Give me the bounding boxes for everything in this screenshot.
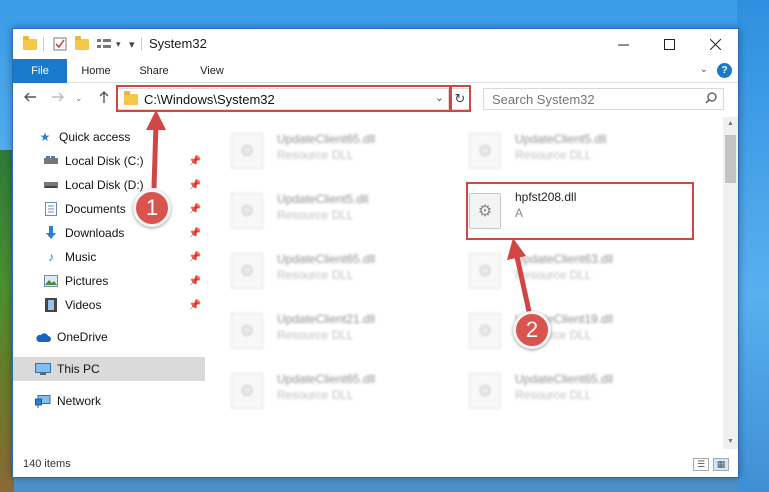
step-2-badge: 2 (513, 311, 551, 349)
annotation-arrows (146, 110, 533, 317)
step-1-badge: 1 (133, 189, 171, 227)
arrow-2-head (507, 238, 526, 260)
arrow-2-line (513, 251, 533, 317)
arrow-1-line (151, 123, 159, 189)
arrow-1-head (146, 110, 166, 130)
